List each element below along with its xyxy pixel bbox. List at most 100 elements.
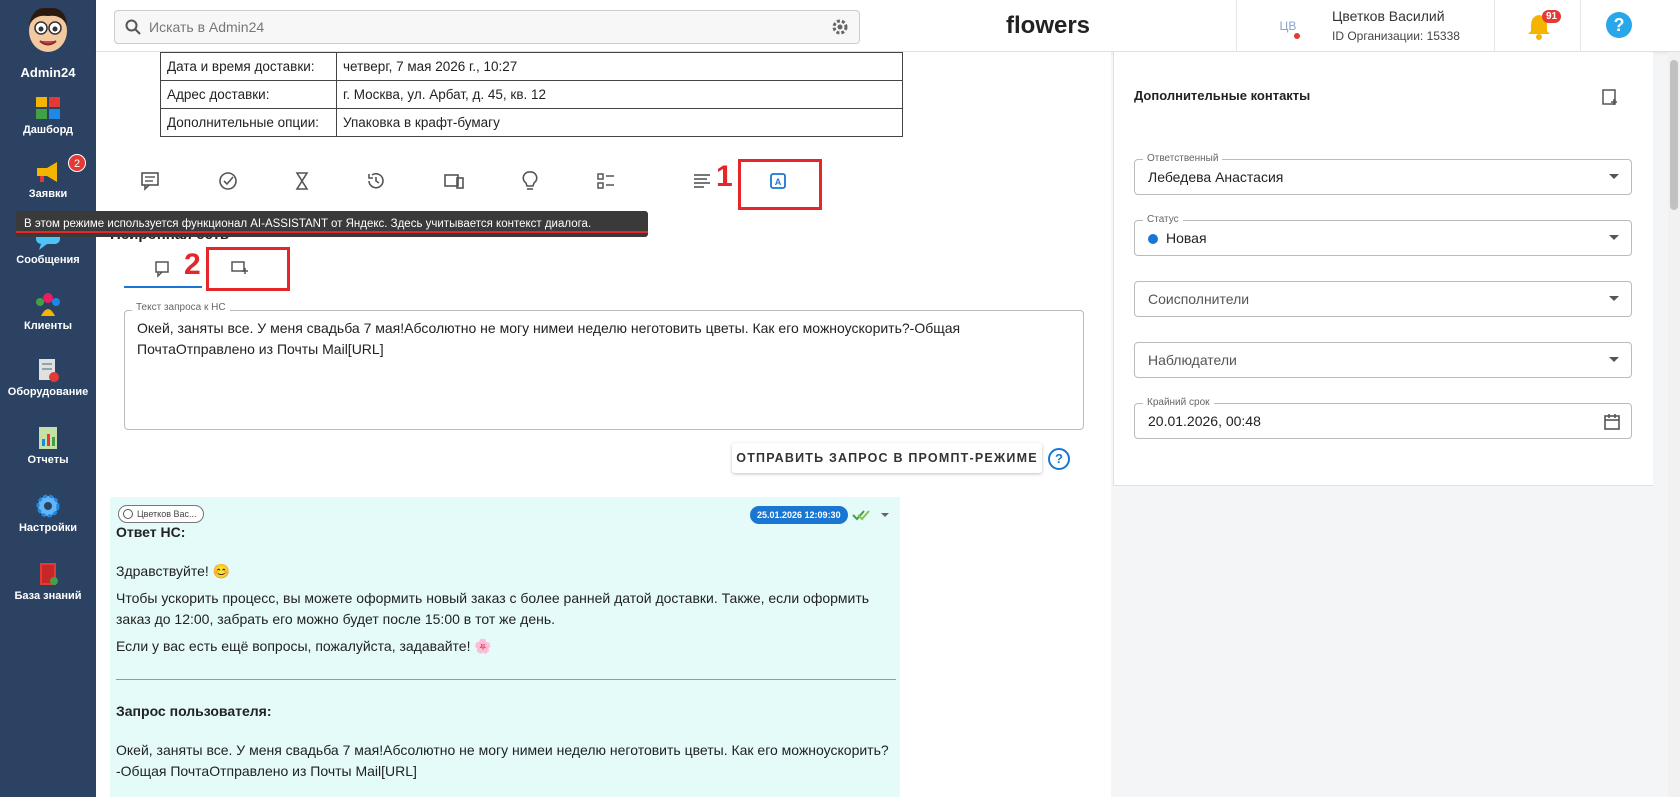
field-placeholder: Соисполнители bbox=[1148, 291, 1250, 307]
dropdown-arrow-icon bbox=[1609, 174, 1619, 179]
sidebar-item-label: База знаний bbox=[14, 590, 82, 602]
clients-icon bbox=[36, 293, 60, 316]
search-box[interactable] bbox=[114, 10, 860, 44]
table-row: Дата и время доставки: четверг, 7 мая 202… bbox=[160, 52, 903, 81]
search-icon bbox=[125, 19, 141, 35]
field-label: Крайний срок bbox=[1143, 397, 1214, 408]
annotation-number-2: 2 bbox=[184, 248, 201, 281]
user-request-text: Окей, заняты все. У меня свадьба 7 мая!А… bbox=[116, 742, 889, 779]
chevron-down-icon[interactable] bbox=[880, 512, 890, 518]
gear-icon[interactable] bbox=[831, 18, 849, 36]
devices-icon[interactable] bbox=[442, 169, 466, 193]
search-input[interactable] bbox=[149, 17, 809, 37]
author-chip[interactable]: Цветков Вас... bbox=[118, 505, 204, 523]
sidebar-item-dashboard[interactable]: Дашборд bbox=[0, 88, 96, 150]
sidebar-item-knowledge-base[interactable]: База знаний bbox=[0, 554, 96, 616]
avatar-logo-icon bbox=[29, 7, 67, 52]
reports-icon bbox=[39, 427, 57, 449]
table-cell-key: Дополнительные опции: bbox=[160, 108, 337, 137]
responsible-select[interactable]: Ответственный Лебедева Анастасия bbox=[1134, 153, 1632, 195]
brand-title: flowers bbox=[1006, 12, 1091, 39]
text-lines-icon[interactable] bbox=[690, 169, 714, 193]
sidebar-item-label: Дашборд bbox=[22, 124, 74, 136]
table-row: Дополнительные опции: Упаковка в крафт-бу… bbox=[160, 108, 903, 137]
gear-icon bbox=[36, 494, 60, 518]
sidebar-item-settings[interactable]: Настройки bbox=[0, 486, 96, 548]
nn-answer-card: Цветков Вас... 25.01.2026 12:09:30 Ответ… bbox=[110, 497, 900, 797]
answer-body: Чтобы ускорить процесс, вы можете оформи… bbox=[116, 590, 870, 627]
sidebar-item-clients[interactable]: Клиенты bbox=[0, 284, 96, 346]
highlight-box-1 bbox=[738, 159, 822, 210]
help-button[interactable]: ? bbox=[1606, 12, 1632, 38]
contacts-title: Дополнительные контакты bbox=[1134, 88, 1311, 103]
observers-select[interactable]: Наблюдатели bbox=[1134, 342, 1632, 378]
answer-title: Ответ НС: bbox=[116, 524, 186, 540]
sidebar: Admin24 Дашборд Заявки 2 Сообщения Клиен… bbox=[0, 0, 96, 797]
lightbulb-icon[interactable] bbox=[518, 169, 542, 193]
table-cell-key: Дата и время доставки: bbox=[160, 52, 337, 81]
scrollbar-thumb[interactable] bbox=[1670, 60, 1678, 210]
status-value-wrap: Новая bbox=[1148, 230, 1207, 246]
sidebar-item-label: Сообщения bbox=[16, 254, 80, 266]
divider bbox=[1236, 0, 1237, 52]
field-label: Статус bbox=[1143, 214, 1183, 225]
table-cell-value: г. Москва, ул. Арбат, д. 45, кв. 12 bbox=[336, 80, 903, 109]
user-request-title: Запрос пользователя: bbox=[116, 703, 272, 719]
table-cell-value: четверг, 7 мая 2026 г., 10:27 bbox=[336, 52, 903, 81]
table-cell-key: Адрес доставки: bbox=[160, 80, 337, 109]
right-panel: Дополнительные контакты Ответственный Ле… bbox=[1113, 52, 1653, 486]
answer-greeting: Здравствуйте! 😊 bbox=[116, 563, 231, 579]
equipment-icon bbox=[39, 359, 59, 382]
user-status-dot bbox=[1294, 33, 1300, 39]
dropdown-arrow-icon bbox=[1609, 296, 1619, 301]
org-id: ID Организации: 15338 bbox=[1332, 29, 1460, 43]
order-info-table: Дата и время доставки: четверг, 7 мая 202… bbox=[160, 52, 903, 137]
field-value: 20.01.2026, 00:48 bbox=[1148, 413, 1261, 429]
field-label: Ответственный bbox=[1143, 153, 1223, 164]
highlight-box-2 bbox=[206, 247, 290, 291]
help-circle-icon[interactable]: ? bbox=[1048, 448, 1070, 470]
deadline-field[interactable]: Крайний срок 20.01.2026, 00:48 bbox=[1134, 397, 1632, 439]
app-name: Admin24 bbox=[20, 65, 76, 80]
hourglass-icon[interactable] bbox=[290, 169, 314, 193]
timestamp-badge: 25.01.2026 12:09:30 bbox=[750, 506, 848, 524]
tooltip: В этом режиме используется функционал AI… bbox=[16, 211, 648, 237]
dropdown-arrow-icon bbox=[1609, 235, 1619, 240]
field-placeholder: Наблюдатели bbox=[1148, 352, 1237, 368]
history-icon[interactable] bbox=[364, 169, 388, 193]
comment-icon[interactable] bbox=[138, 169, 162, 193]
user-name[interactable]: Цветков Василий bbox=[1332, 8, 1445, 24]
sidebar-item-requests[interactable]: Заявки 2 bbox=[0, 152, 96, 214]
sidebar-item-label: Отчеты bbox=[27, 454, 69, 466]
calendar-icon[interactable] bbox=[1603, 413, 1621, 431]
request-text[interactable]: Окей, заняты все. У меня свадьба 7 мая!А… bbox=[137, 318, 1067, 360]
sidebar-item-label: Клиенты bbox=[23, 320, 72, 332]
sidebar-item-label: Настройки bbox=[18, 522, 78, 534]
field-value: Новая bbox=[1166, 230, 1207, 246]
status-select[interactable]: Статус Новая bbox=[1134, 214, 1632, 256]
app-logo[interactable]: Admin24 bbox=[0, 4, 96, 80]
divider bbox=[1580, 0, 1581, 52]
annotation-number-1: 1 bbox=[716, 160, 733, 193]
sidebar-item-label: Заявки bbox=[28, 188, 68, 200]
double-check-icon bbox=[852, 510, 870, 521]
tooltip-underline bbox=[16, 231, 648, 233]
send-prompt-button[interactable]: ОТПРАВИТЬ ЗАПРОС В ПРОМПТ-РЕЖИМЕ bbox=[732, 443, 1042, 473]
requests-badge: 2 bbox=[68, 154, 86, 172]
megaphone-icon bbox=[37, 162, 57, 182]
answer-body: Если у вас есть ещё вопросы, пожалуйста,… bbox=[116, 638, 492, 654]
coexecutors-select[interactable]: Соисполнители bbox=[1134, 281, 1632, 317]
book-icon bbox=[40, 563, 58, 585]
checklist-icon[interactable] bbox=[594, 169, 618, 193]
topbar: flowers ЦВ Цветков Василий ID Организаци… bbox=[96, 0, 1680, 52]
check-circle-icon[interactable] bbox=[216, 169, 240, 193]
sidebar-item-equipment[interactable]: Оборудование bbox=[0, 350, 96, 412]
sidebar-item-reports[interactable]: Отчеты bbox=[0, 418, 96, 480]
active-tab-indicator bbox=[124, 286, 202, 288]
status-dot bbox=[1148, 234, 1158, 245]
table-row: Адрес доставки: г. Москва, ул. Арбат, д. … bbox=[160, 80, 903, 109]
add-contact-icon[interactable] bbox=[1600, 87, 1620, 107]
mode-toolbar: A bbox=[96, 159, 996, 195]
field-value: Лебедева Анастасия bbox=[1148, 169, 1284, 185]
notifications-badge: 91 bbox=[1542, 10, 1562, 23]
